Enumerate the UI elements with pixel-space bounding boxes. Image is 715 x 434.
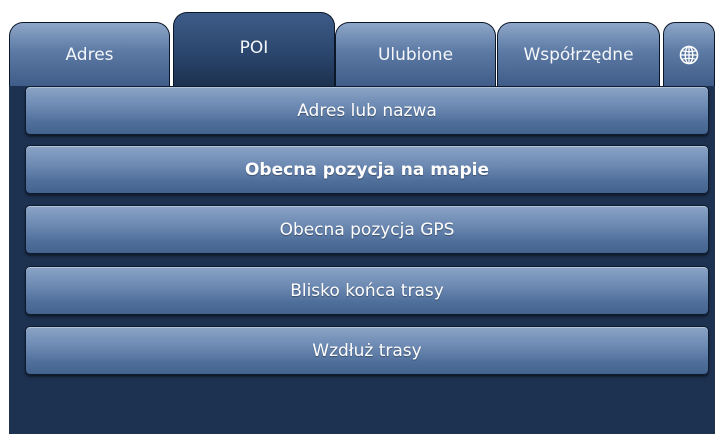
menu-item-label: Adres lub nazwa	[297, 100, 437, 121]
tab-globe[interactable]	[663, 22, 715, 86]
tab-ulubione[interactable]: Ulubione	[335, 22, 496, 86]
tab-label: Adres	[65, 44, 114, 65]
menu-item-wzdluz-trasy[interactable]: Wzdłuż trasy	[25, 326, 709, 375]
tab-bar: Adres POI Ulubione Współrzędne	[0, 0, 715, 86]
menu-item-label: Wzdłuż trasy	[312, 340, 422, 361]
menu-panel: Adres lub nazwa Obecna pozycja na mapie …	[9, 86, 715, 434]
screen: Adres POI Ulubione Współrzędne Adres lub…	[0, 0, 715, 434]
menu-item-obecna-pozycja-gps[interactable]: Obecna pozycja GPS	[25, 205, 709, 254]
menu-item-label: Blisko końca trasy	[290, 280, 444, 301]
tab-poi[interactable]: POI	[173, 12, 335, 86]
menu-item-label: Obecna pozycja GPS	[279, 219, 455, 240]
tab-label: Ulubione	[377, 44, 454, 65]
menu-item-blisko-konca-trasy[interactable]: Blisko końca trasy	[25, 266, 709, 315]
tab-wspolrzedne[interactable]: Współrzędne	[497, 22, 660, 86]
menu-item-label: Obecna pozycja na mapie	[244, 159, 490, 180]
tab-adres[interactable]: Adres	[9, 22, 170, 86]
menu-item-adres-lub-nazwa[interactable]: Adres lub nazwa	[25, 86, 709, 135]
tab-label: POI	[239, 37, 269, 58]
tab-label: Współrzędne	[523, 44, 634, 65]
globe-icon	[679, 45, 699, 64]
menu-item-obecna-pozycja-na-mapie[interactable]: Obecna pozycja na mapie	[25, 145, 709, 194]
